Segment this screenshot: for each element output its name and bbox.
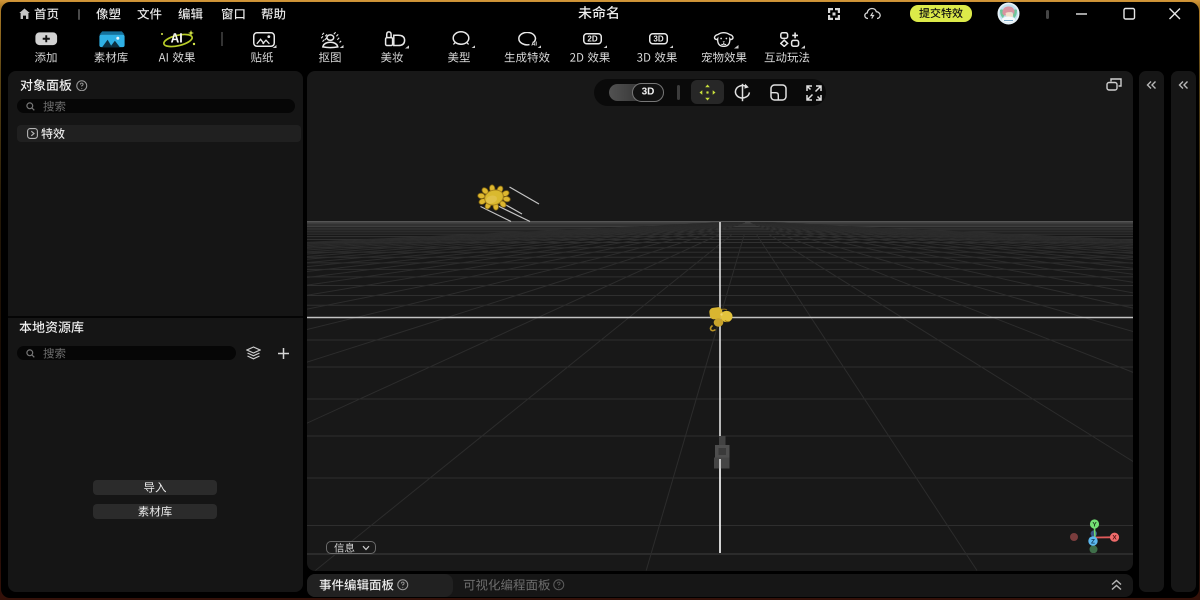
svg-text:X: X [1112, 535, 1117, 542]
svg-text:Y: Y [1092, 522, 1097, 529]
svg-text:Z: Z [1091, 539, 1095, 546]
